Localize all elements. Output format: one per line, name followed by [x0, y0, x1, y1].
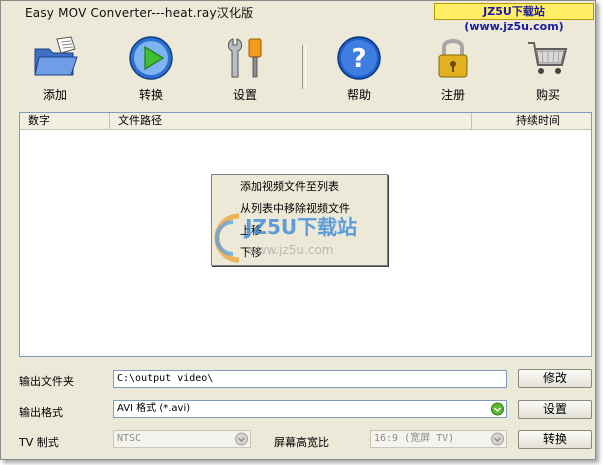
menu-item-add-video[interactable]: 添加视频文件至列表: [212, 177, 387, 197]
settings-toolbar-button[interactable]: 设置: [213, 35, 277, 102]
settings-label: 设置: [232, 88, 257, 102]
convert-label: 转换: [138, 88, 163, 102]
convert-toolbar-button[interactable]: 转换: [119, 35, 183, 102]
register-label: 注册: [440, 88, 465, 102]
tv-standard-select[interactable]: NTSC: [113, 430, 251, 448]
register-button[interactable]: 注册: [421, 35, 485, 102]
folder-add-icon: [34, 36, 78, 76]
dropdown-green-icon[interactable]: [490, 402, 505, 416]
menu-item-remove-video-label: 从列表中移除视频文件: [240, 202, 350, 215]
context-menu: 添加视频文件至列表 从列表中移除视频文件 上移 下移: [211, 174, 388, 266]
output-folder-input[interactable]: C:\output video\: [113, 370, 507, 388]
help-icon: ?: [337, 36, 381, 80]
column-duration[interactable]: 持续时间: [472, 113, 591, 129]
watermark-badge: JZ5U下载站(www.jz5u.com): [434, 3, 594, 33]
menu-item-add-video-label: 添加视频文件至列表: [240, 180, 339, 193]
output-folder-label: 输出文件夹: [19, 375, 74, 388]
toolbar: 添加 转换 设置 ? 帮助 注册 购买: [1, 23, 595, 103]
dropdown-disabled-icon[interactable]: [234, 432, 249, 446]
play-icon: [129, 36, 173, 80]
help-button[interactable]: ? 帮助: [327, 35, 391, 102]
buy-label: 购买: [535, 88, 560, 102]
add-button[interactable]: 添加: [23, 35, 87, 102]
aspect-ratio-label: 屏幕高宽比: [274, 436, 329, 449]
modify-button[interactable]: 修改: [518, 369, 592, 388]
convert-button[interactable]: 转换: [518, 430, 592, 449]
tools-icon: [227, 38, 262, 78]
lock-icon: [438, 39, 468, 78]
output-format-value: AVI 格式 (*.avi): [117, 403, 191, 414]
tv-standard-label: TV 制式: [19, 436, 59, 449]
svg-text:?: ?: [351, 44, 366, 74]
dropdown-disabled-icon[interactable]: [490, 432, 505, 446]
menu-item-move-down-label: 下移: [240, 246, 262, 259]
menu-item-move-up-label: 上移: [240, 224, 262, 237]
menu-item-move-down[interactable]: 下移: [212, 243, 387, 263]
output-format-label: 输出格式: [19, 406, 63, 419]
title-bar[interactable]: Easy MOV Converter---heat.ray汉化版 JZ5U下载站…: [1, 1, 595, 33]
shopping-cart-icon: [528, 42, 568, 74]
column-number[interactable]: 数字: [20, 113, 110, 129]
format-settings-button[interactable]: 设置: [518, 400, 592, 419]
aspect-ratio-select[interactable]: 16:9 (宽屏 TV): [370, 430, 507, 448]
column-file-path[interactable]: 文件路径: [110, 113, 472, 129]
buy-button[interactable]: 购买: [516, 35, 580, 102]
toolbar-separator: [302, 45, 306, 89]
help-label: 帮助: [346, 88, 371, 102]
tv-standard-value: NTSC: [117, 433, 142, 444]
output-format-select[interactable]: AVI 格式 (*.avi): [113, 400, 507, 418]
aspect-ratio-value: 16:9 (宽屏 TV): [374, 433, 455, 444]
file-list-header: 数字 文件路径 持续时间: [20, 113, 591, 130]
menu-item-move-up[interactable]: 上移: [212, 221, 387, 241]
window-title: Easy MOV Converter---heat.ray汉化版: [25, 6, 254, 20]
add-label: 添加: [42, 88, 67, 102]
menu-item-remove-video[interactable]: 从列表中移除视频文件: [212, 199, 387, 219]
app-window: Easy MOV Converter---heat.ray汉化版 JZ5U下载站…: [0, 0, 596, 460]
